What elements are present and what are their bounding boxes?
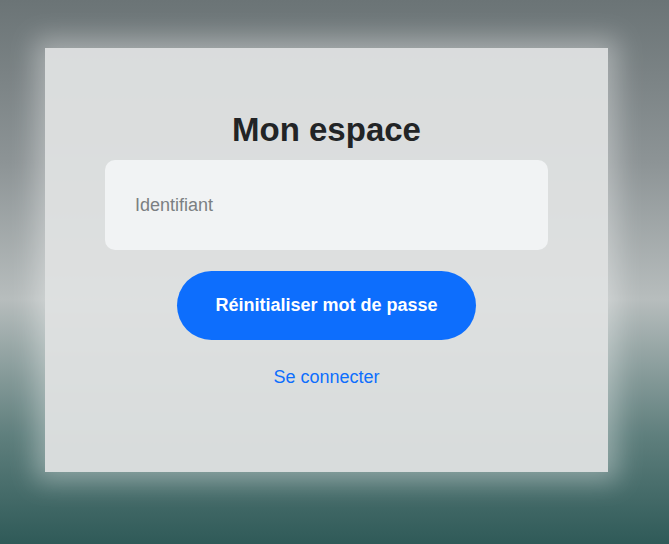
login-link[interactable]: Se connecter [273,365,379,389]
login-input[interactable] [105,160,548,250]
reset-password-button[interactable]: Réinitialiser mot de passe [177,271,476,340]
login-card: Mon espace Réinitialiser mot de passe Se c… [45,48,608,472]
page-title: Mon espace [232,110,421,150]
background-photo: Mon espace Réinitialiser mot de passe Se c… [0,0,669,544]
